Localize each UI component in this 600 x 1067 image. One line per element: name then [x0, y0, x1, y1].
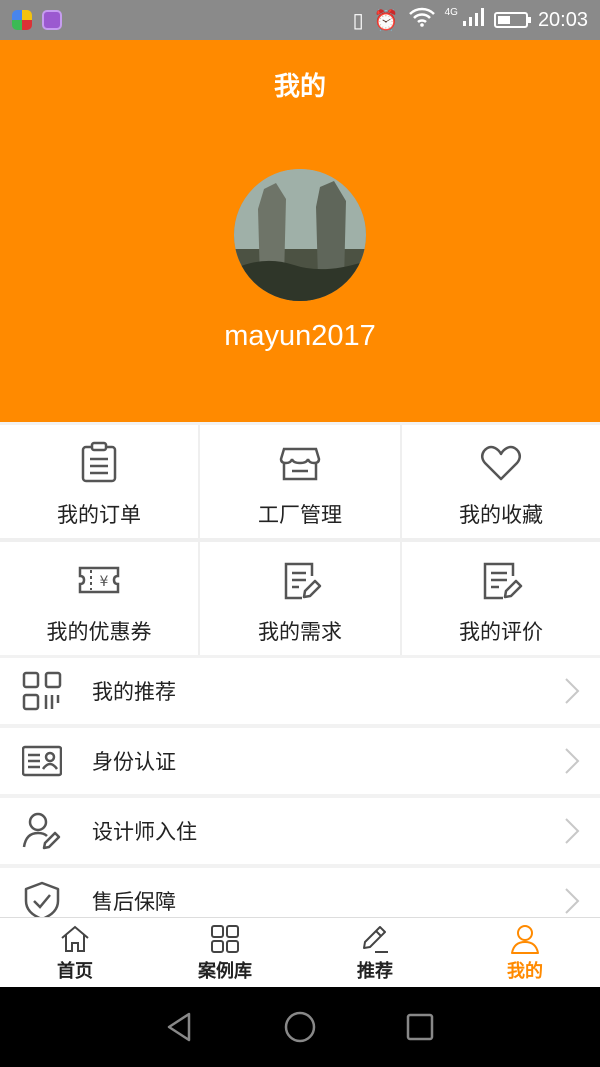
grid-item-orders[interactable]: 我的订单 [0, 425, 198, 538]
clipboard-icon [81, 441, 117, 483]
id-card-icon [22, 745, 62, 777]
grid-label: 我的评价 [459, 620, 543, 644]
wifi-icon [408, 7, 435, 33]
store-icon [279, 447, 321, 481]
grid-icon [211, 924, 239, 953]
chevron-right-icon [565, 748, 580, 774]
list-label: 我的推荐 [92, 680, 176, 704]
nav-mine[interactable]: 我的 [450, 918, 600, 987]
page-title: 我的 [273, 72, 326, 102]
chevron-right-icon [565, 888, 580, 914]
alarm-icon: ⏰ [373, 9, 399, 32]
heart-icon [481, 445, 521, 481]
avatar[interactable] [234, 169, 366, 301]
nav-recommend[interactable]: 推荐 [300, 918, 450, 987]
nav-label: 首页 [57, 960, 93, 982]
list-item-recommend[interactable]: 我的推荐 [0, 658, 600, 724]
coupon-icon: ¥ [78, 566, 120, 594]
home-circle-icon[interactable] [283, 1010, 317, 1044]
grid-item-coupons[interactable]: ¥ 我的优惠券 [0, 542, 198, 655]
feature-grid: 我的订单 工厂管理 我的收藏 ¥ 我的优惠券 我的需求 我的评价 [0, 425, 600, 655]
review-edit-icon [483, 562, 523, 600]
qrcode-icon [22, 671, 62, 711]
signal-icon [462, 7, 484, 33]
note-edit-icon [284, 562, 322, 600]
profile-header: 我的 mayun2017 [0, 40, 600, 422]
nav-home[interactable]: 首页 [0, 918, 150, 987]
nav-label: 我的 [507, 960, 543, 982]
chevron-right-icon [565, 818, 580, 844]
grid-label: 工厂管理 [258, 503, 342, 527]
bottom-nav: 首页 案例库 推荐 我的 [0, 917, 600, 987]
list-label: 设计师入住 [92, 820, 197, 844]
user-icon [511, 924, 539, 954]
nav-label: 推荐 [357, 960, 393, 982]
nav-label: 案例库 [198, 960, 252, 982]
user-edit-icon [22, 812, 61, 850]
grid-item-reviews[interactable]: 我的评价 [402, 542, 600, 655]
list-item-designer[interactable]: 设计师入住 [0, 798, 600, 864]
app-notification-icon [12, 10, 32, 30]
list-label: 售后保障 [92, 890, 176, 914]
network-type: 4G [444, 7, 458, 18]
grid-item-favorites[interactable]: 我的收藏 [402, 425, 600, 538]
grid-label: 我的优惠券 [46, 620, 152, 644]
grid-label: 我的订单 [57, 503, 141, 527]
gallery-notification-icon [42, 10, 62, 30]
home-icon [61, 925, 89, 952]
list-label: 身份认证 [92, 750, 176, 774]
battery-icon [493, 12, 531, 28]
recents-icon[interactable] [403, 1010, 437, 1044]
grid-item-factory[interactable]: 工厂管理 [200, 425, 400, 538]
vibrate-icon: ▯ [352, 9, 364, 32]
grid-label: 我的收藏 [459, 503, 543, 527]
grid-label: 我的需求 [258, 620, 342, 644]
settings-list: 我的推荐 身份认证 设计师入住 售后保障 [0, 658, 600, 938]
shield-check-icon [24, 881, 60, 921]
grid-item-needs[interactable]: 我的需求 [200, 542, 400, 655]
chevron-right-icon [565, 678, 580, 704]
list-item-identity[interactable]: 身份认证 [0, 728, 600, 794]
status-bar: ▯ ⏰ 4G 20:03 [0, 0, 600, 40]
system-nav-bar [0, 987, 600, 1067]
clock: 20:03 [537, 8, 588, 31]
back-icon[interactable] [163, 1010, 197, 1044]
nav-cases[interactable]: 案例库 [150, 918, 300, 987]
pencil-icon [363, 925, 388, 953]
svg-text:¥: ¥ [100, 574, 109, 590]
username: mayun2017 [224, 320, 376, 352]
